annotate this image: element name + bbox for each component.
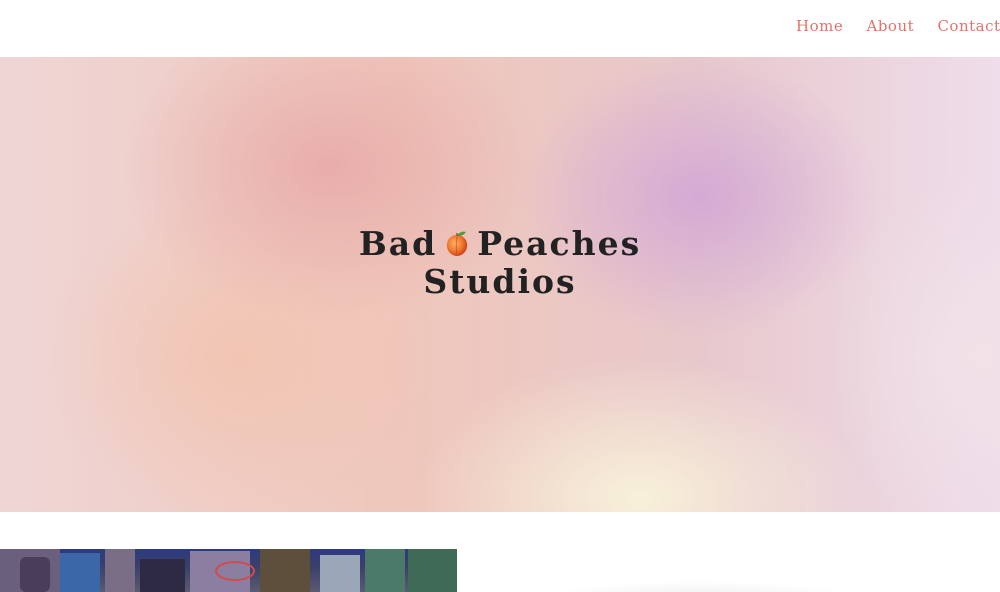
content-section [0,512,1000,592]
card-shadow [460,572,940,592]
main-nav: Home About Contact [796,17,1000,35]
hero-banner: Bad Peaches Studios [0,57,1000,512]
nav-link-about[interactable]: About [867,17,915,35]
hero-title-line-2: Studios [423,262,577,301]
nav-link-home[interactable]: Home [796,17,843,35]
page: Home About Contact Bad Peaches Studios [0,0,1000,592]
hero-title-word-bad: Bad [358,224,438,263]
hero-title-line-1: Bad Peaches [0,225,1000,263]
peach-icon [443,230,471,258]
hero-title: Bad Peaches Studios [0,225,1000,301]
hero-title-word-peaches: Peaches [477,224,642,263]
studio-photo [0,549,457,592]
site-header: Home About Contact [0,0,1000,57]
nav-link-contact[interactable]: Contact [937,17,1000,35]
